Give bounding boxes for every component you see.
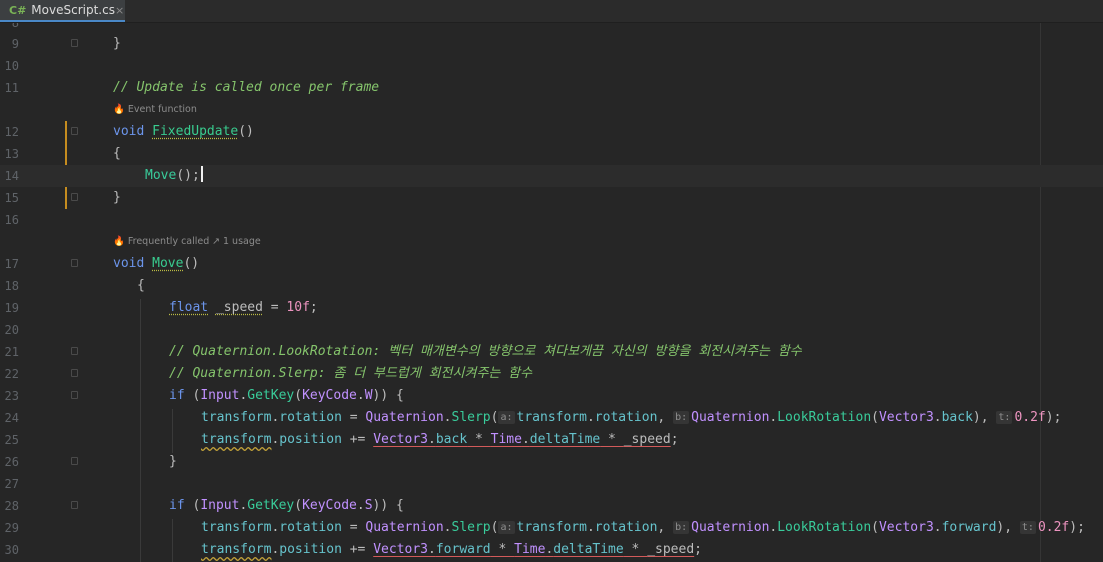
fold-marker-icon[interactable] (71, 501, 78, 509)
line-number: 27 (4, 477, 19, 491)
current-code-line: 14 Move(); (0, 165, 1103, 187)
fold-marker-icon[interactable] (71, 39, 78, 47)
code-text: transform.rotation = Quaternion.Slerp(a:… (201, 520, 1085, 535)
fold-marker-icon[interactable] (71, 347, 78, 355)
code-line: 23 if (Input.GetKey(KeyCode.W)) { (0, 385, 1103, 407)
event-function-hint[interactable]: 🔥 Event function (113, 99, 197, 121)
fold-marker-icon[interactable] (71, 259, 78, 267)
line-number: 24 (4, 411, 19, 425)
parameter-hint: a: (498, 521, 515, 534)
code-line: 20 (0, 319, 1103, 341)
code-text: Move(); (145, 165, 203, 187)
line-number: 18 (4, 279, 19, 293)
line-number: 28 (4, 499, 19, 513)
line-number: 23 (4, 389, 19, 403)
line-number: 25 (4, 433, 19, 447)
inlay-hint-row: 🔥 Event function (0, 99, 1103, 121)
line-number: 26 (4, 455, 19, 469)
csharp-file-icon: C# (9, 3, 27, 17)
text-caret (200, 166, 203, 182)
code-text: transform.position += Vector3.forward * … (201, 542, 702, 557)
fold-marker-icon[interactable] (71, 391, 78, 399)
code-text: transform.position += Vector3.back * Tim… (201, 432, 679, 447)
code-text: void FixedUpdate() (113, 124, 254, 139)
line-number: 29 (4, 521, 19, 535)
code-comment: // Quaternion.LookRotation: 벡터 매개변수의 방향으… (169, 344, 802, 359)
line-number: 21 (4, 345, 19, 359)
code-line: 29 transform.rotation = Quaternion.Slerp… (0, 517, 1103, 539)
code-line: 24 transform.rotation = Quaternion.Slerp… (0, 407, 1103, 429)
code-line: 28 if (Input.GetKey(KeyCode.S)) { (0, 495, 1103, 517)
code-line: 27 (0, 473, 1103, 495)
code-line: 18 { (0, 275, 1103, 297)
line-number: 9 (11, 37, 19, 51)
code-text: } (169, 454, 177, 469)
line-number: 13 (4, 147, 19, 161)
code-line: 26 } (0, 451, 1103, 473)
line-number: 15 (4, 191, 19, 205)
code-line: 9 } (0, 33, 1103, 55)
close-tab-icon[interactable]: × (115, 4, 124, 17)
code-text: } (113, 190, 121, 205)
code-line: 13 { (0, 143, 1103, 165)
code-text: } (113, 36, 121, 51)
tab-movescript[interactable]: C# MoveScript.cs × (0, 0, 125, 22)
code-text: { (113, 146, 121, 161)
line-number: 10 (4, 59, 19, 73)
tab-filename: MoveScript.cs (31, 3, 115, 17)
editor-tab-bar: C# MoveScript.cs × (0, 0, 1103, 23)
fold-marker-icon[interactable] (71, 193, 78, 201)
usages-hint[interactable]: ↗ 1 usage (212, 231, 261, 253)
code-line: 12 void FixedUpdate() (0, 121, 1103, 143)
line-number: 14 (4, 169, 19, 183)
parameter-hint: b: (673, 411, 690, 424)
code-text: { (137, 278, 145, 293)
line-number: 30 (4, 543, 19, 557)
code-comment: // Quaternion.Slerp: 좀 더 부드럽게 회전시켜주는 함수 (169, 366, 533, 381)
code-text: transform.rotation = Quaternion.Slerp(a:… (201, 410, 1062, 425)
parameter-hint: t: (996, 411, 1013, 424)
line-number: 17 (4, 257, 19, 271)
inlay-hint-row: 🔥 Frequently called ↗ 1 usage (0, 231, 1103, 253)
frequently-called-hint[interactable]: 🔥 Frequently called (113, 231, 209, 253)
code-line: 11 // Update is called once per frame (0, 77, 1103, 99)
parameter-hint: b: (673, 521, 690, 534)
parameter-hint: t: (1019, 521, 1036, 534)
fold-marker-icon[interactable] (71, 457, 78, 465)
code-line: 15 } (0, 187, 1103, 209)
line-number: 20 (4, 323, 19, 337)
parameter-hint: a: (498, 411, 515, 424)
line-number: 12 (4, 125, 19, 139)
code-text: float _speed = 10f; (169, 300, 318, 315)
code-line: 30 transform.position += Vector3.forward… (0, 539, 1103, 561)
fold-marker-icon[interactable] (71, 127, 78, 135)
code-text: if (Input.GetKey(KeyCode.W)) { (169, 388, 404, 403)
code-line: 16 (0, 209, 1103, 231)
code-line: 22 // Quaternion.Slerp: 좀 더 부드럽게 회전시켜주는 … (0, 363, 1103, 385)
fold-marker-icon[interactable] (71, 369, 78, 377)
code-text: void Move() (113, 256, 200, 271)
code-line: 21 // Quaternion.LookRotation: 벡터 매개변수의 … (0, 341, 1103, 363)
code-text: if (Input.GetKey(KeyCode.S)) { (169, 498, 404, 513)
line-number: 16 (4, 213, 19, 227)
code-line: 25 transform.position += Vector3.back * … (0, 429, 1103, 451)
line-number: 19 (4, 301, 19, 315)
line-number: 11 (4, 81, 19, 95)
code-comment: // Update is called once per frame (113, 80, 380, 95)
line-number: 22 (4, 367, 19, 381)
code-line: 17 void Move() (0, 253, 1103, 275)
code-line: 19 float _speed = 10f; (0, 297, 1103, 319)
code-editor[interactable]: 8 9 } 10 11 // Update is called once per… (0, 23, 1103, 562)
code-line: 10 (0, 55, 1103, 77)
